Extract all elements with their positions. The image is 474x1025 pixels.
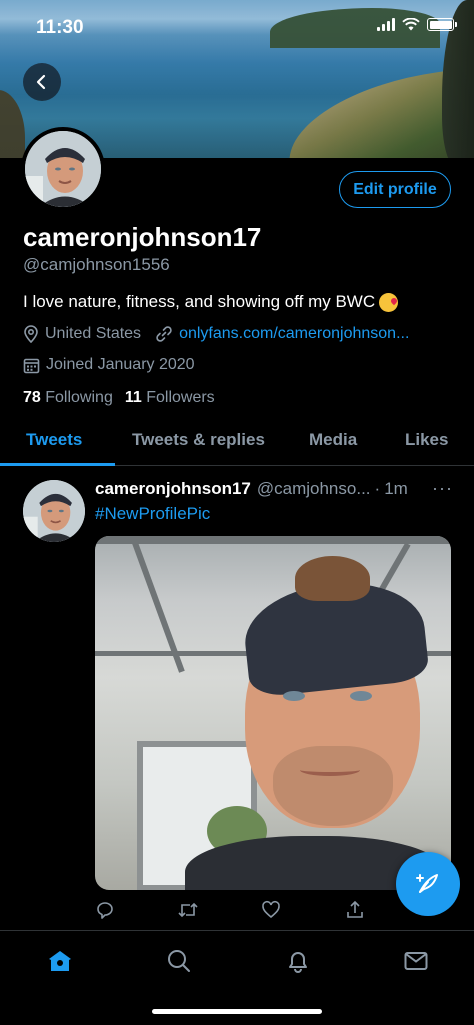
profile-handle: @camjohnson1556: [23, 255, 170, 274]
tweet-header: cameronjohnson17 @camjohnso... · 1m: [95, 479, 455, 499]
avatar-photo: [25, 131, 101, 207]
nav-messages[interactable]: [402, 947, 430, 975]
profile-tabs: Tweets Tweets & replies Media Likes: [0, 418, 474, 466]
back-button[interactable]: [23, 63, 61, 101]
tweet-avatar[interactable]: [23, 480, 85, 542]
tab-tweets-replies[interactable]: Tweets & replies: [132, 430, 265, 450]
nav-home[interactable]: [46, 947, 74, 975]
tab-tweets[interactable]: Tweets: [26, 430, 82, 450]
kiss-emoji-icon: [379, 292, 399, 312]
follow-stats: 78 Following 11 Followers: [23, 389, 215, 407]
profile-joined: Joined January 2020: [46, 356, 195, 373]
bio-text: I love nature, fitness, and showing off …: [23, 292, 376, 311]
following-link[interactable]: 78 Following: [23, 389, 113, 407]
followers-link[interactable]: 11 Followers: [125, 389, 215, 407]
profile-location: United States: [45, 325, 142, 342]
search-icon: [168, 950, 190, 972]
tweet-actions: [95, 900, 455, 922]
tweet-author-name[interactable]: cameronjohnson17: [95, 479, 251, 499]
edit-profile-button[interactable]: Edit profile: [339, 171, 451, 208]
signal-icon: [377, 18, 395, 31]
battery-icon: [427, 18, 457, 31]
like-icon[interactable]: [261, 900, 281, 920]
home-icon: [49, 951, 71, 971]
status-icons: [377, 18, 457, 31]
share-icon[interactable]: [345, 900, 365, 920]
compose-tweet-button[interactable]: [396, 852, 460, 916]
messages-icon: [404, 952, 428, 970]
compose-icon: [416, 874, 438, 893]
profile-bio: I love nature, fitness, and showing off …: [23, 292, 399, 312]
tweet-media-image[interactable]: [95, 536, 451, 890]
active-tab-indicator: [0, 463, 115, 466]
tweet-author-handle: @camjohnso...: [256, 479, 371, 498]
location-pin-icon: [24, 325, 38, 343]
tweet-timestamp: 1m: [384, 479, 408, 498]
profile-avatar[interactable]: [21, 127, 105, 211]
notifications-icon: [289, 952, 307, 973]
status-time: 11:30: [36, 17, 84, 38]
tab-media[interactable]: Media: [309, 430, 357, 450]
profile-joined-row: Joined January 2020: [23, 356, 195, 374]
tweet-more-button[interactable]: ···: [432, 478, 453, 499]
nav-notifications[interactable]: [284, 947, 312, 975]
calendar-icon: [23, 358, 40, 373]
back-arrow-icon: [36, 74, 46, 90]
link-icon: [156, 326, 172, 342]
profile-display-name: cameronjohnson17: [23, 222, 262, 252]
tweet-separator: ·: [374, 479, 381, 498]
reply-icon[interactable]: [95, 900, 115, 920]
profile-meta-row: United States onlyfans.com/cameronjohnso…: [23, 325, 409, 343]
home-indicator[interactable]: [152, 1009, 322, 1014]
profile-website-link[interactable]: onlyfans.com/cameronjohnson...: [179, 325, 409, 343]
retweet-icon[interactable]: [177, 900, 199, 920]
wifi-icon: [402, 18, 420, 31]
tab-likes[interactable]: Likes: [405, 430, 448, 450]
nav-search[interactable]: [165, 947, 193, 975]
tweet-hashtag[interactable]: #NewProfilePic: [95, 504, 210, 524]
tweet-avatar-photo: [23, 480, 85, 542]
